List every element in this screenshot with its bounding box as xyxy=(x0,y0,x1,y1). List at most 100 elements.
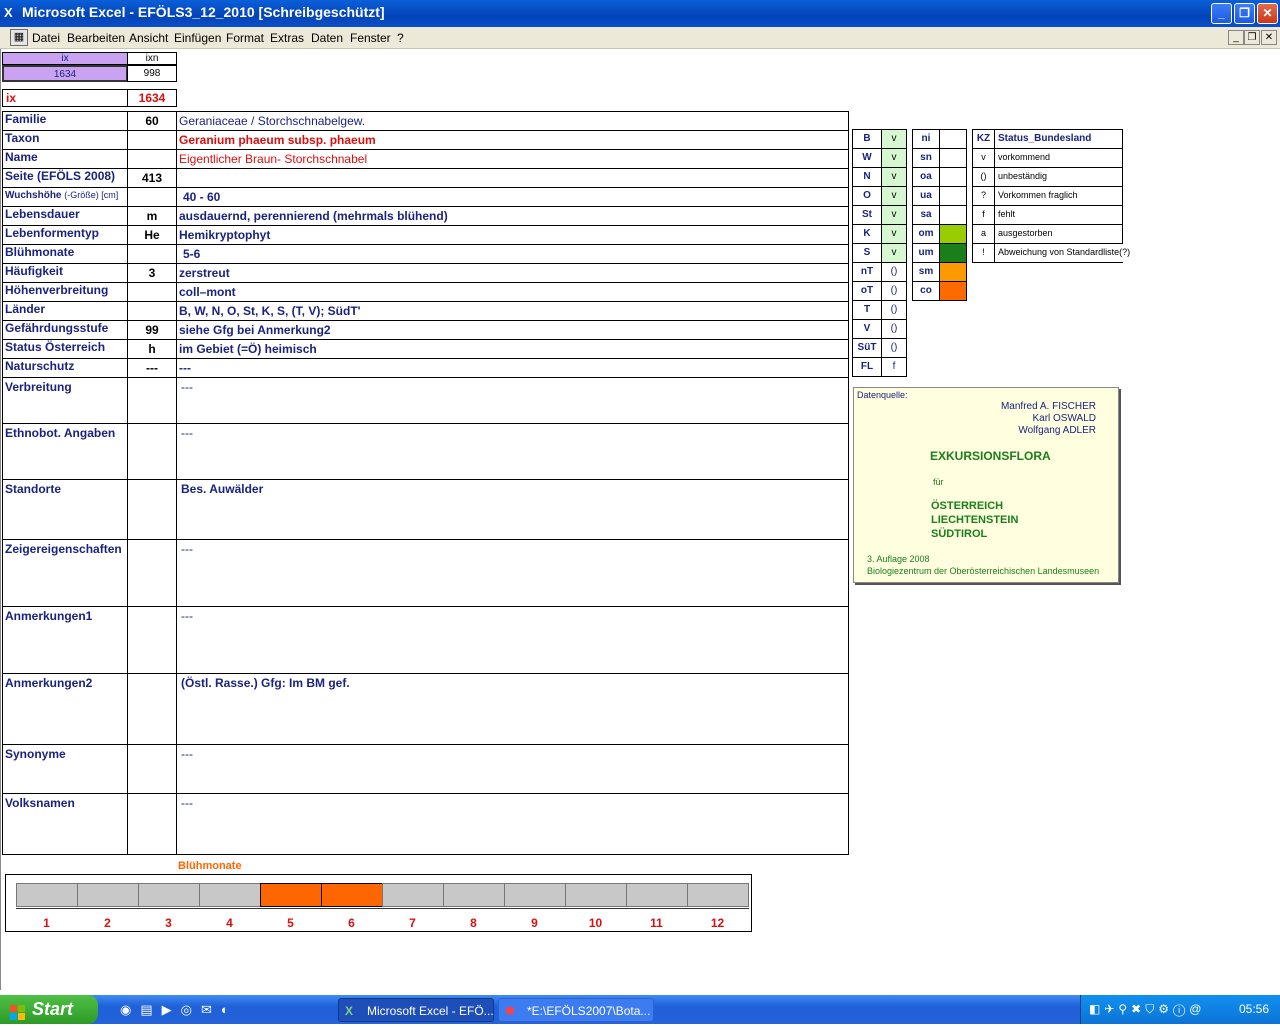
row-label-1[interactable]: Familie xyxy=(2,111,128,131)
row-code-3[interactable] xyxy=(127,149,177,169)
section-label-2[interactable]: Ethnobot. Angaben xyxy=(2,423,128,480)
ix-header-cell[interactable]: ix xyxy=(2,52,128,65)
row-label-2[interactable]: Taxon xyxy=(2,130,128,150)
state-status-9[interactable]: () xyxy=(881,281,907,301)
row-label-7[interactable]: Lebenformentyp xyxy=(2,225,128,245)
close-button[interactable]: ✕ xyxy=(1257,3,1278,24)
row-text-4[interactable] xyxy=(176,168,849,188)
state-abbr-3[interactable]: N xyxy=(852,167,882,187)
menu-fenster[interactable]: Fenster xyxy=(350,31,391,45)
state-status-8[interactable]: () xyxy=(881,262,907,282)
menu-extras[interactable]: Extras xyxy=(270,31,304,45)
altitude-abbr-5[interactable]: sa xyxy=(912,205,940,225)
section-text-1[interactable]: --- xyxy=(176,377,849,424)
state-abbr-12[interactable]: SüT xyxy=(852,338,882,358)
row-code-1[interactable]: 60 xyxy=(127,111,177,131)
row-label-6[interactable]: Lebensdauer xyxy=(2,206,128,226)
state-abbr-11[interactable]: V xyxy=(852,319,882,339)
altitude-abbr-1[interactable]: ni xyxy=(912,129,940,149)
altitude-abbr-6[interactable]: om xyxy=(912,224,940,244)
state-status-7[interactable]: v xyxy=(881,243,907,263)
state-status-10[interactable]: () xyxy=(881,300,907,320)
ixn-header-cell[interactable]: ixn xyxy=(127,52,177,65)
row-text-2[interactable]: Geranium phaeum subsp. phaeum xyxy=(176,130,849,150)
section-label-8[interactable]: Volksnamen xyxy=(2,793,128,855)
ix-label-cell[interactable]: ix xyxy=(2,89,128,107)
altitude-color-1[interactable] xyxy=(939,129,967,149)
state-abbr-6[interactable]: K xyxy=(852,224,882,244)
row-text-13[interactable]: im Gebiet (=Ö) heimisch xyxy=(176,339,849,359)
section-label-4[interactable]: Zeigereigenschaften xyxy=(2,539,128,607)
row-text-3[interactable]: Eigentlicher Braun- Storchschnabel xyxy=(176,149,849,169)
row-label-3[interactable]: Name xyxy=(2,149,128,169)
state-abbr-2[interactable]: W xyxy=(852,148,882,168)
row-text-14[interactable]: --- xyxy=(176,358,849,378)
section-text-3[interactable]: Bes. Auwälder xyxy=(176,479,849,540)
row-code-2[interactable] xyxy=(127,130,177,150)
row-code-4[interactable]: 413 xyxy=(127,168,177,188)
menu-daten[interactable]: Daten xyxy=(311,31,343,45)
row-text-9[interactable]: zerstreut xyxy=(176,263,849,283)
state-status-4[interactable]: v xyxy=(881,186,907,206)
row-text-11[interactable]: B, W, N, O, St, K, S, (T, V); SüdT' xyxy=(176,301,849,321)
row-code-9[interactable]: 3 xyxy=(127,263,177,283)
section-text-5[interactable]: --- xyxy=(176,606,849,674)
row-label-13[interactable]: Status Österreich xyxy=(2,339,128,359)
row-text-8[interactable]: 5-6 xyxy=(176,244,849,264)
state-status-3[interactable]: v xyxy=(881,167,907,187)
menu-format[interactable]: Format xyxy=(226,31,264,45)
section-code-1[interactable] xyxy=(127,377,177,424)
altitude-color-3[interactable] xyxy=(939,167,967,187)
section-label-7[interactable]: Synonyme xyxy=(2,744,128,794)
altitude-color-7[interactable] xyxy=(939,243,967,263)
state-status-5[interactable]: v xyxy=(881,205,907,225)
state-status-1[interactable]: v xyxy=(881,129,907,149)
section-text-8[interactable]: --- xyxy=(176,793,849,855)
section-label-5[interactable]: Anmerkungen1 xyxy=(2,606,128,674)
menu-datei[interactable]: Datei xyxy=(32,31,60,45)
section-text-6[interactable]: (Östl. Rasse.) Gfg: Im BM gef. xyxy=(176,673,849,745)
quick-launch-icons[interactable]: ◉▤▶◎✉◐ xyxy=(120,1002,238,1018)
doc-close-button[interactable]: ✕ xyxy=(1261,30,1277,45)
row-text-6[interactable]: ausdauernd, perennierend (mehrmals blühe… xyxy=(176,206,849,226)
ixn-value-cell[interactable]: 998 xyxy=(127,65,177,82)
section-code-4[interactable] xyxy=(127,539,177,607)
row-text-7[interactable]: Hemikryptophyt xyxy=(176,225,849,245)
doc-restore-button[interactable]: ❐ xyxy=(1244,30,1260,45)
state-abbr-8[interactable]: nT xyxy=(852,262,882,282)
state-status-12[interactable]: () xyxy=(881,338,907,358)
row-label-8[interactable]: Blühmonate xyxy=(2,244,128,264)
section-code-7[interactable] xyxy=(127,744,177,794)
state-status-6[interactable]: v xyxy=(881,224,907,244)
altitude-color-4[interactable] xyxy=(939,186,967,206)
row-text-12[interactable]: siehe Gfg bei Anmerkung2 xyxy=(176,320,849,340)
state-abbr-9[interactable]: oT xyxy=(852,281,882,301)
task-document[interactable]: ✱ *E:\EFÖLS2007\Bota... xyxy=(498,998,654,1022)
row-label-4[interactable]: Seite (EFÖLS 2008) xyxy=(2,168,128,188)
section-text-2[interactable]: --- xyxy=(176,423,849,480)
state-abbr-5[interactable]: St xyxy=(852,205,882,225)
state-status-11[interactable]: () xyxy=(881,319,907,339)
row-code-6[interactable]: m xyxy=(127,206,177,226)
state-abbr-7[interactable]: S xyxy=(852,243,882,263)
section-text-4[interactable]: --- xyxy=(176,539,849,607)
altitude-abbr-7[interactable]: um xyxy=(912,243,940,263)
altitude-abbr-2[interactable]: sn xyxy=(912,148,940,168)
state-status-13[interactable]: f xyxy=(881,357,907,377)
row-code-14[interactable]: --- xyxy=(127,358,177,378)
row-code-12[interactable]: 99 xyxy=(127,320,177,340)
workbook-icon[interactable]: ▦ xyxy=(10,29,28,46)
altitude-color-2[interactable] xyxy=(939,148,967,168)
row-label-12[interactable]: Gefährdungsstufe xyxy=(2,320,128,340)
menu-bearbeiten[interactable]: Bearbeiten xyxy=(67,31,125,45)
section-code-6[interactable] xyxy=(127,673,177,745)
altitude-abbr-8[interactable]: sm xyxy=(912,262,940,282)
minimize-button[interactable]: _ xyxy=(1211,3,1232,24)
section-label-3[interactable]: Standorte xyxy=(2,479,128,540)
row-code-7[interactable]: He xyxy=(127,225,177,245)
altitude-color-5[interactable] xyxy=(939,205,967,225)
section-code-8[interactable] xyxy=(127,793,177,855)
section-code-2[interactable] xyxy=(127,423,177,480)
altitude-abbr-4[interactable]: ua xyxy=(912,186,940,206)
section-label-1[interactable]: Verbreitung xyxy=(2,377,128,424)
